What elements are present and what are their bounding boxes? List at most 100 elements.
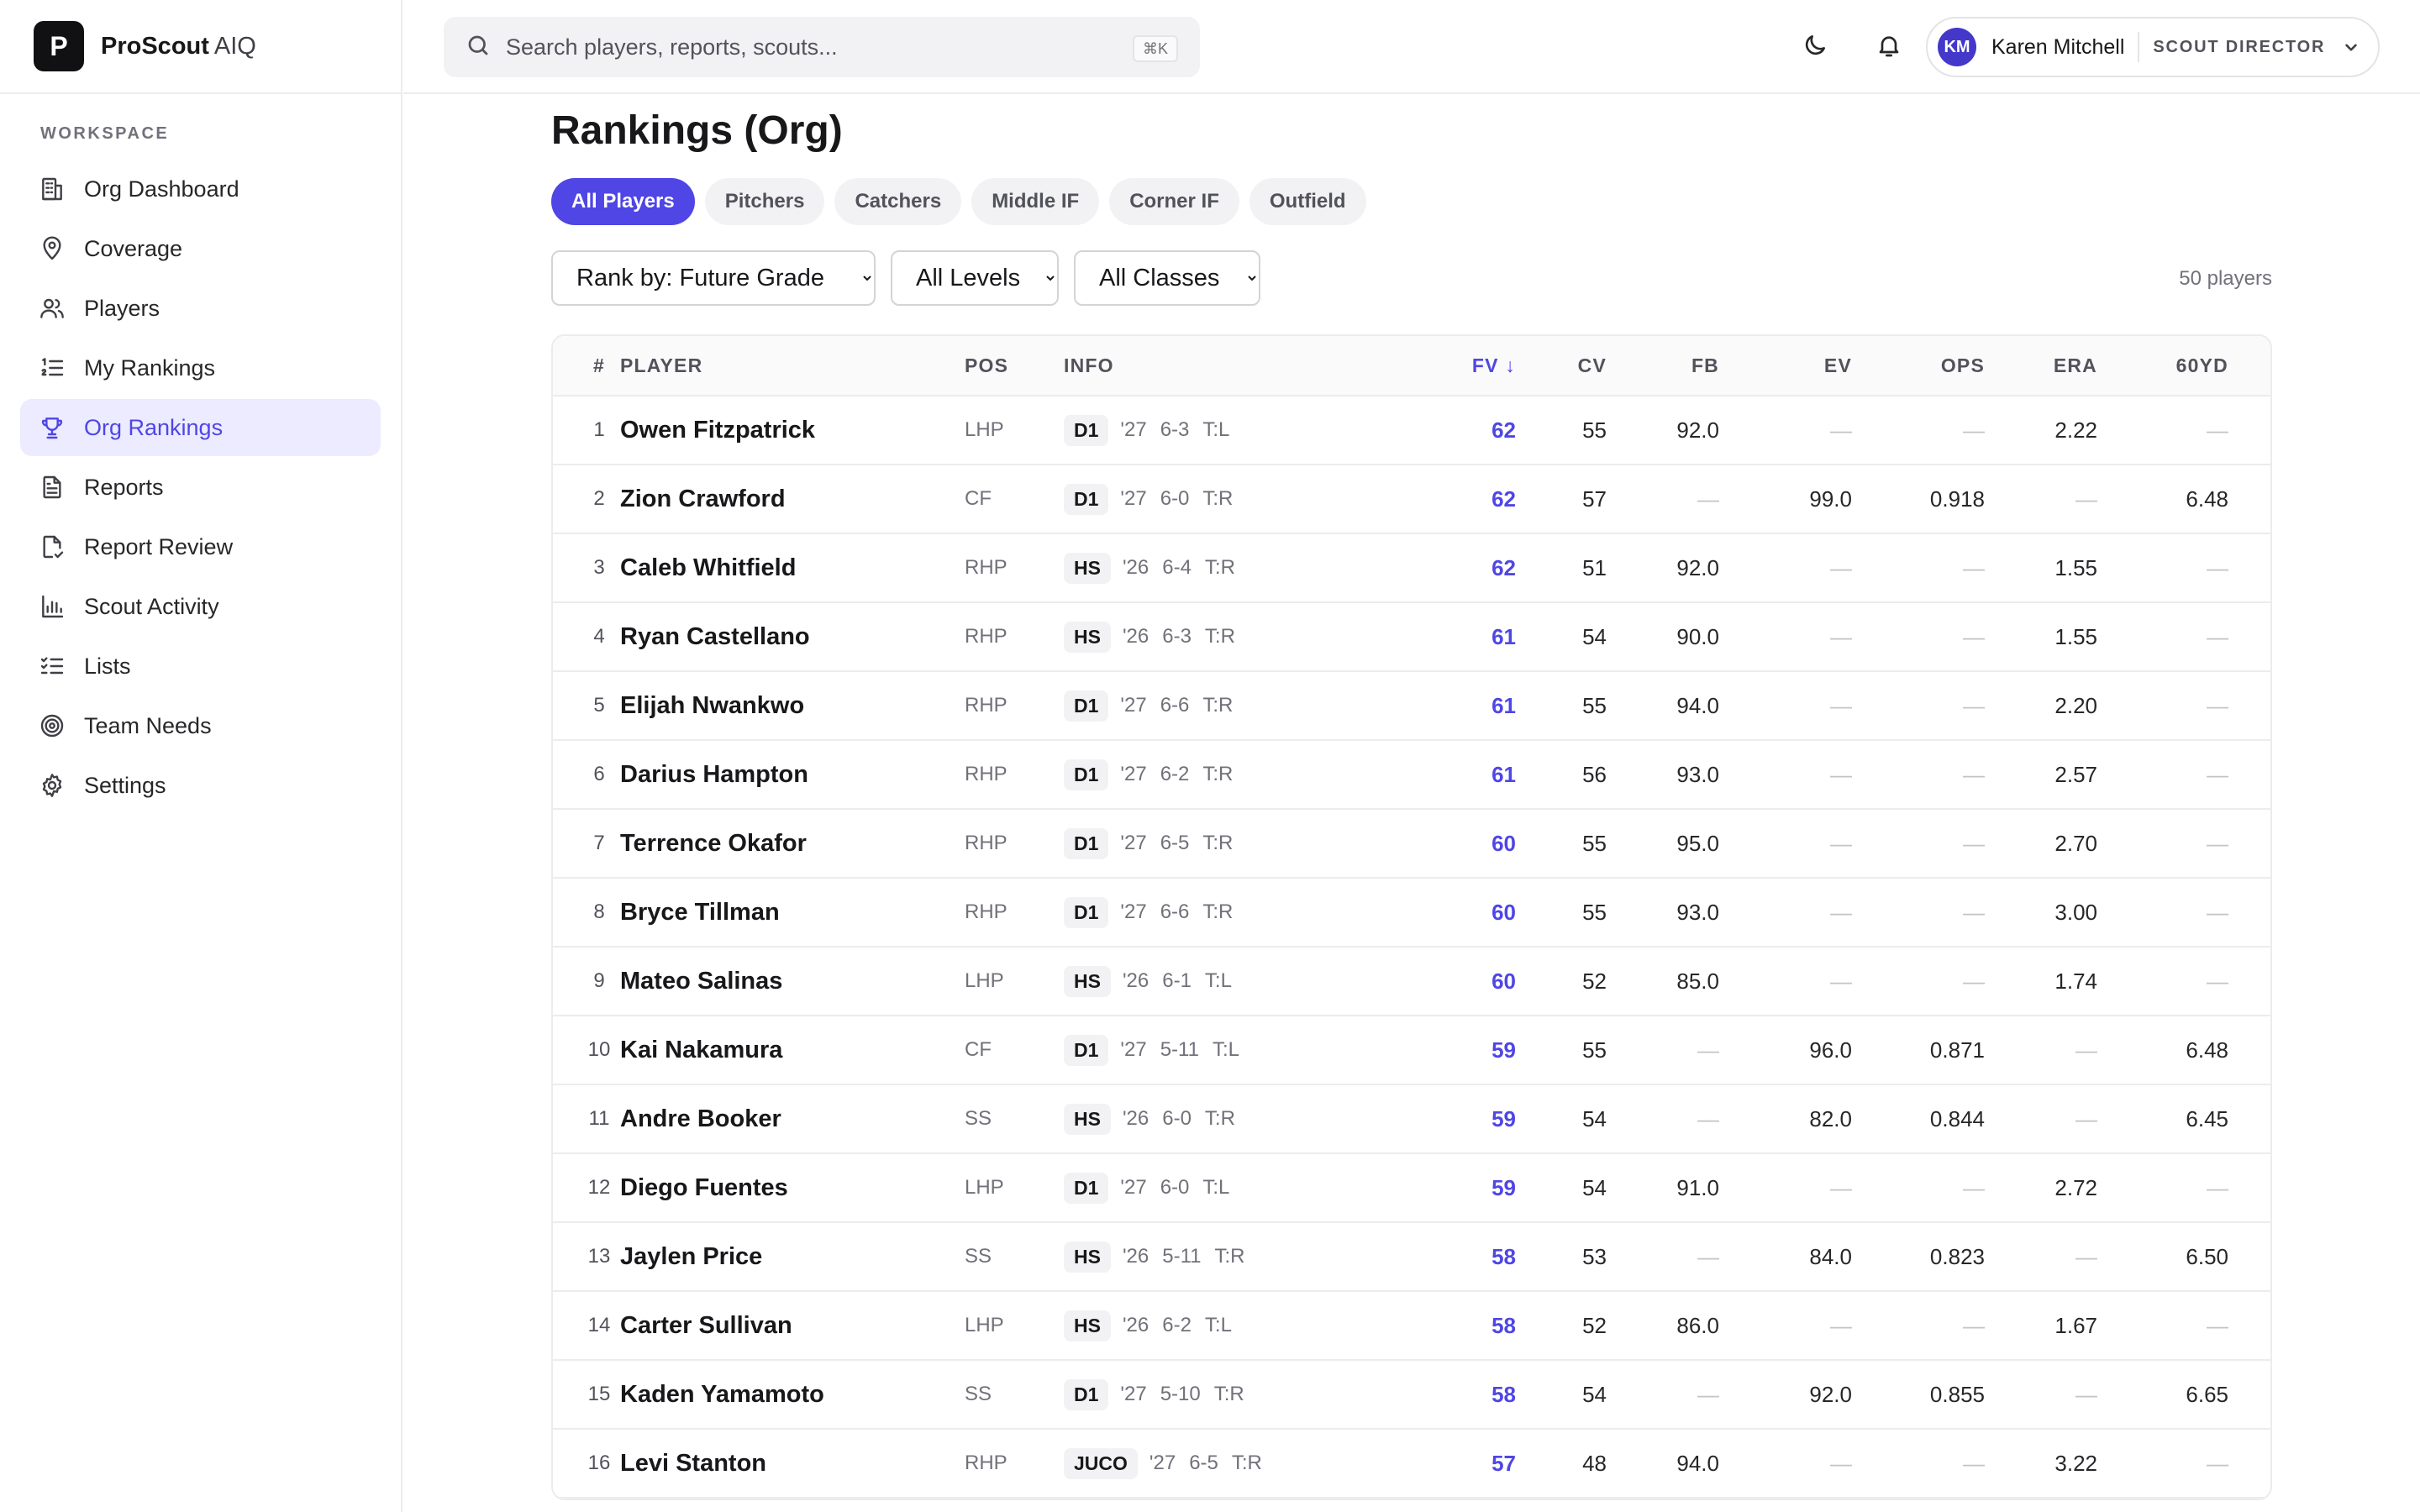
sixty-yard-time: — xyxy=(2207,830,2228,856)
avatar: KM xyxy=(1938,28,1976,66)
col-fv[interactable]: FV ↓ xyxy=(1417,354,1516,377)
notifications-button[interactable] xyxy=(1872,30,1906,64)
user-divider xyxy=(2138,32,2140,62)
tab-catchers[interactable]: Catchers xyxy=(834,178,962,225)
player-name[interactable]: Caleb Whitfield xyxy=(620,554,965,582)
player-name[interactable]: Diego Fuentes xyxy=(620,1174,965,1202)
player-name[interactable]: Darius Hampton xyxy=(620,761,965,789)
player-info: D1 '27 6-6 T:R xyxy=(1064,690,1417,722)
tab-pitchers[interactable]: Pitchers xyxy=(704,178,825,225)
tab-all-players[interactable]: All Players xyxy=(551,178,695,225)
player-name[interactable]: Ryan Castellano xyxy=(620,623,965,651)
tab-outfield[interactable]: Outfield xyxy=(1249,178,1366,225)
throws: T:R xyxy=(1214,1245,1245,1268)
player-name[interactable]: Zion Crawford xyxy=(620,486,965,513)
player-position: SS xyxy=(965,1107,992,1130)
sidebar-item-lists[interactable]: Lists xyxy=(20,638,381,695)
class-year: '27 xyxy=(1120,900,1147,923)
table-row[interactable]: 13 Jaylen Price SS HS '26 5-11 T:R 58 53 — 84.0 0.8… xyxy=(553,1223,2270,1292)
col-info[interactable]: INFO xyxy=(1064,354,1417,377)
col-cv[interactable]: CV xyxy=(1516,354,1607,377)
table-row[interactable]: 9 Mateo Salinas LHP HS '26 6-1 T:L 60 52 85.0 — — 1.… xyxy=(553,948,2270,1016)
col-era[interactable]: ERA xyxy=(1985,354,2097,377)
table-row[interactable]: 15 Kaden Yamamoto SS D1 '27 5-10 T:R 58 54 — 92.0 0… xyxy=(553,1361,2270,1430)
player-name[interactable]: Owen Fitzpatrick xyxy=(620,417,965,444)
sidebar-item-scout-activity[interactable]: Scout Activity xyxy=(20,578,381,635)
ops-value: — xyxy=(1963,417,1985,443)
exit-velo: — xyxy=(1830,1312,1852,1338)
col-pos[interactable]: POS xyxy=(965,354,1064,377)
rank-by-select[interactable]: Rank by: Future Grade xyxy=(551,250,876,306)
player-name[interactable]: Mateo Salinas xyxy=(620,968,965,995)
player-position: LHP xyxy=(965,1314,1004,1336)
throws: T:R xyxy=(1231,1452,1262,1474)
throws: T:R xyxy=(1202,832,1234,854)
sidebar-item-label: Players xyxy=(84,295,160,321)
col-ops[interactable]: OPS xyxy=(1852,354,1985,377)
player-info: HS '26 6-2 T:L xyxy=(1064,1310,1417,1341)
sidebar-nav: Org Dashboard Coverage Players My Rankin… xyxy=(0,160,401,814)
sidebar-item-org-rankings[interactable]: Org Rankings xyxy=(20,399,381,456)
ops-value: — xyxy=(1963,968,1985,994)
dark-mode-toggle[interactable] xyxy=(1798,30,1832,64)
table-row[interactable]: 7 Terrence Okafor RHP D1 '27 6-5 T:R 60 55 95.0 — —… xyxy=(553,810,2270,879)
level-badge: HS xyxy=(1064,1241,1111,1273)
brand-suffix: AIQ xyxy=(213,32,256,60)
class-year: '27 xyxy=(1120,1176,1147,1199)
col-player[interactable]: PLAYER xyxy=(620,354,965,377)
player-name[interactable]: Andre Booker xyxy=(620,1105,965,1133)
page-title: Rankings (Org) xyxy=(551,108,843,153)
player-name[interactable]: Elijah Nwankwo xyxy=(620,692,965,720)
sidebar-item-org-dashboard[interactable]: Org Dashboard xyxy=(20,160,381,218)
sidebar-item-players[interactable]: Players xyxy=(20,280,381,337)
brand[interactable]: P ProScout AIQ xyxy=(0,0,401,94)
table-row[interactable]: 2 Zion Crawford CF D1 '27 6-0 T:R 62 57 — 99.0 0.91… xyxy=(553,465,2270,534)
player-name[interactable]: Terrence Okafor xyxy=(620,830,965,858)
sidebar-item-reports[interactable]: Reports xyxy=(20,459,381,516)
era-value: 2.57 xyxy=(2054,761,2097,787)
tab-corner-if[interactable]: Corner IF xyxy=(1109,178,1239,225)
user-menu[interactable]: KM Karen Mitchell SCOUT DIRECTOR xyxy=(1926,17,2380,77)
player-name[interactable]: Carter Sullivan xyxy=(620,1312,965,1340)
player-name[interactable]: Bryce Tillman xyxy=(620,899,965,927)
table-row[interactable]: 8 Bryce Tillman RHP D1 '27 6-6 T:R 60 55 93.0 — — 3.… xyxy=(553,879,2270,948)
table-row[interactable]: 11 Andre Booker SS HS '26 6-0 T:R 59 54 — 82.0 0.84… xyxy=(553,1085,2270,1154)
sidebar-item-report-review[interactable]: Report Review xyxy=(20,518,381,575)
class-year: '27 xyxy=(1120,1383,1147,1405)
top-header: ⌘K KM Karen Mitchell SCOUT DIRECTOR xyxy=(403,0,2420,94)
table-row[interactable]: 1 Owen Fitzpatrick LHP D1 '27 6-3 T:L 62 55 92.0 —… xyxy=(553,396,2270,465)
player-name[interactable]: Levi Stanton xyxy=(620,1450,965,1478)
table-row[interactable]: 10 Kai Nakamura CF D1 '27 5-11 T:L 59 55 — 96.0 0.8… xyxy=(553,1016,2270,1085)
col-fb[interactable]: FB xyxy=(1607,354,1719,377)
sixty-yard-time: — xyxy=(2207,554,2228,580)
sidebar-item-coverage[interactable]: Coverage xyxy=(20,220,381,277)
col-rank[interactable]: # xyxy=(553,354,620,377)
sidebar-item-team-needs[interactable]: Team Needs xyxy=(20,697,381,754)
table-row[interactable]: 12 Diego Fuentes LHP D1 '27 6-0 T:L 59 54 91.0 — — 2… xyxy=(553,1154,2270,1223)
table-row[interactable]: 3 Caleb Whitfield RHP HS '26 6-4 T:R 62 51 92.0 — —… xyxy=(553,534,2270,603)
ops-value: — xyxy=(1963,692,1985,718)
sidebar-item-my-rankings[interactable]: My Rankings xyxy=(20,339,381,396)
table-row[interactable]: 4 Ryan Castellano RHP HS '26 6-3 T:R 61 54 90.0 — —… xyxy=(553,603,2270,672)
levels-select[interactable]: All Levels xyxy=(891,250,1059,306)
row-rank: 3 xyxy=(593,556,605,579)
player-name[interactable]: Jaylen Price xyxy=(620,1243,965,1271)
sixty-yard-time: 6.45 xyxy=(2186,1105,2228,1131)
table-row[interactable]: 6 Darius Hampton RHP D1 '27 6-2 T:R 61 56 93.0 — — 2… xyxy=(553,741,2270,810)
col-ev[interactable]: EV xyxy=(1719,354,1852,377)
era-value: 2.72 xyxy=(2054,1174,2097,1200)
col-60yd[interactable]: 60YD xyxy=(2097,354,2228,377)
sidebar-item-settings[interactable]: Settings xyxy=(20,757,381,814)
table-row[interactable]: 5 Elijah Nwankwo RHP D1 '27 6-6 T:R 61 55 94.0 — — 2… xyxy=(553,672,2270,741)
player-name[interactable]: Kai Nakamura xyxy=(620,1037,965,1064)
tab-middle-if[interactable]: Middle IF xyxy=(971,178,1100,225)
exit-velo: — xyxy=(1830,899,1852,925)
table-row[interactable]: 16 Levi Stanton RHP JUCO '27 6-5 T:R 57 48 94.0 — —… xyxy=(553,1430,2270,1499)
classes-select[interactable]: All Classes xyxy=(1074,250,1260,306)
player-name[interactable]: Kaden Yamamoto xyxy=(620,1381,965,1409)
search-bar[interactable]: ⌘K xyxy=(444,17,1200,77)
sidebar-item-label: My Rankings xyxy=(84,354,216,381)
table-row[interactable]: 14 Carter Sullivan LHP HS '26 6-2 T:L 58 52 86.0 —… xyxy=(553,1292,2270,1361)
row-rank: 6 xyxy=(593,763,605,785)
search-input[interactable] xyxy=(506,34,1111,60)
